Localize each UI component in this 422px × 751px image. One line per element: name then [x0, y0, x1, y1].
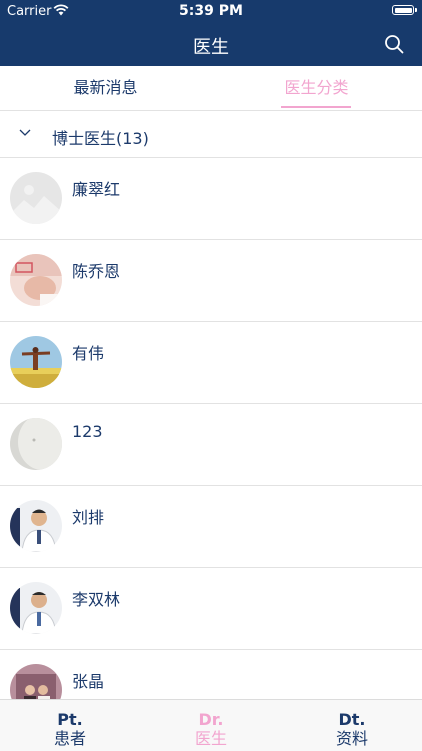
bottom-tab-bar: Pt. 患者 Dr. 医生 Dt. 资料	[0, 699, 422, 751]
tabbar-label-cn: 患者	[53, 729, 86, 748]
tabbar-label-cn: 资料	[335, 729, 368, 748]
doctor-name: 陈乔恩	[72, 262, 121, 281]
tab-latest-news[interactable]: 最新消息	[0, 66, 211, 110]
avatar	[10, 336, 62, 388]
tabbar-label-en: Dt.	[338, 710, 366, 729]
doctor-list: 廉翠红 陈乔恩 有伟 123 刘排 李双林 张晶	[0, 158, 422, 732]
group-label: 博士医生(13)	[52, 129, 149, 148]
tabbar-label-cn: 医生	[194, 729, 227, 748]
app-header: Carrier 5:39 PM 医生	[0, 0, 422, 66]
doctor-group-header[interactable]: 博士医生(13)	[0, 111, 422, 158]
tab-doctor-category[interactable]: 医生分类	[211, 66, 422, 110]
page-title: 医生	[193, 37, 229, 58]
list-item[interactable]: 廉翠红	[0, 158, 422, 240]
doctor-name: 有伟	[72, 344, 105, 363]
tabbar-label-en: Pt.	[57, 710, 83, 729]
doctor-name: 刘排	[72, 508, 105, 527]
status-bar: Carrier 5:39 PM	[0, 0, 422, 22]
list-item[interactable]: 李双林	[0, 568, 422, 650]
search-icon[interactable]	[384, 34, 404, 54]
list-item[interactable]: 刘排	[0, 486, 422, 568]
doctor-name: 廉翠红	[72, 180, 121, 199]
tabbar-item-doctor[interactable]: Dr. 医生	[141, 700, 281, 751]
tabbar-item-data[interactable]: Dt. 资料	[282, 700, 422, 751]
list-item[interactable]: 有伟	[0, 322, 422, 404]
status-time: 5:39 PM	[179, 3, 243, 19]
tabbar-label-en: Dr.	[198, 710, 224, 729]
segment-tabs: 最新消息 医生分类	[0, 66, 422, 111]
doctor-name: 张晶	[72, 672, 105, 691]
avatar	[10, 172, 62, 224]
tabbar-item-patient[interactable]: Pt. 患者	[0, 700, 140, 751]
doctor-name: 李双林	[72, 590, 121, 609]
doctor-name: 123	[72, 422, 103, 441]
list-item[interactable]: 123	[0, 404, 422, 486]
avatar	[10, 582, 62, 634]
chevron-down-icon	[19, 129, 31, 136]
active-tab-indicator	[281, 106, 351, 108]
avatar	[10, 254, 62, 306]
avatar	[10, 500, 62, 552]
list-item[interactable]: 陈乔恩	[0, 240, 422, 322]
avatar	[10, 418, 62, 470]
battery-icon	[392, 5, 417, 15]
